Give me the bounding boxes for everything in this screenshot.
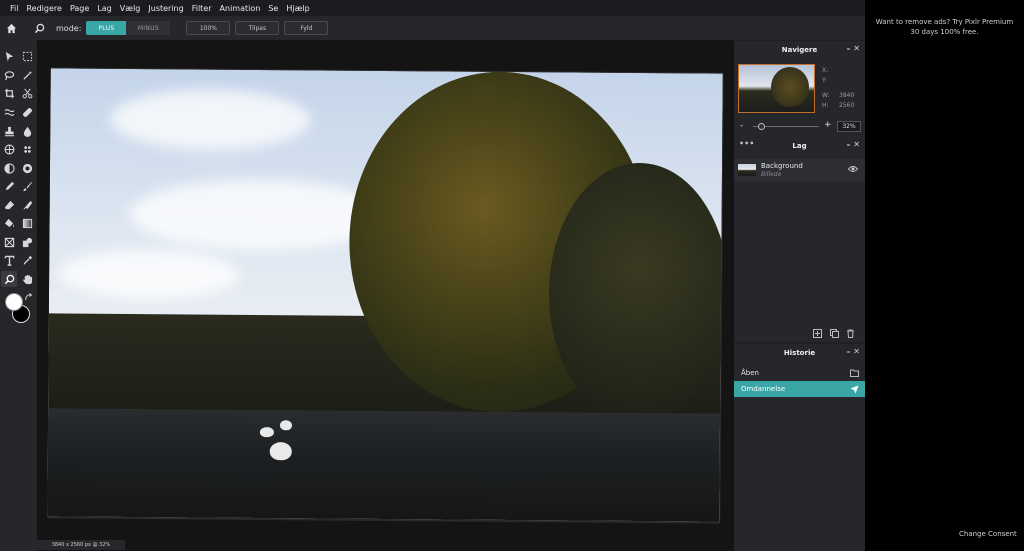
- eraser-tool-icon[interactable]: [1, 197, 17, 213]
- photo-canvas[interactable]: [47, 68, 723, 522]
- pencil-tool-icon[interactable]: [1, 178, 17, 194]
- photo-swan: [279, 420, 293, 431]
- navigator-title: Navigere: [781, 45, 818, 54]
- brush-tool-icon[interactable]: [19, 178, 35, 194]
- dodge-burn-icon[interactable]: [1, 160, 17, 176]
- navigator-w-label: W:: [822, 92, 830, 99]
- options-bar: mode: PLUS MINUS 100% Tilpas Fyld: [0, 16, 865, 40]
- cutout-tool-icon[interactable]: [19, 85, 35, 101]
- toolbar: [0, 40, 37, 551]
- pattern-tool-icon[interactable]: [19, 141, 35, 157]
- navigator-x-label: X:: [822, 67, 829, 74]
- layer-thumbnail: [738, 164, 756, 176]
- thumbnail-tree: [771, 67, 809, 107]
- zoom-in-button[interactable]: +: [824, 120, 832, 130]
- photo-swan: [269, 442, 292, 461]
- mode-toggle: PLUS MINUS: [86, 21, 171, 35]
- eyedropper-icon[interactable]: [19, 252, 35, 268]
- history-header: Historie – ✕: [734, 344, 865, 361]
- menu-help[interactable]: Hjælp: [286, 4, 309, 13]
- heal-tool-icon[interactable]: [19, 104, 35, 120]
- menu-view[interactable]: Se: [268, 4, 278, 13]
- menu-filter[interactable]: Filter: [192, 4, 212, 13]
- photo-swan: [259, 427, 274, 438]
- lasso-tool-icon[interactable]: [1, 67, 17, 83]
- ad-text[interactable]: Want to remove ads? Try Pixlr Premium 30…: [873, 17, 1016, 37]
- layers-header: ••• Lag – ✕: [734, 137, 865, 154]
- blur-tool-icon[interactable]: [19, 123, 35, 139]
- zoom-input[interactable]: 32%: [837, 121, 861, 132]
- zoom-tool-button-icon[interactable]: [1, 271, 17, 287]
- menu-adjust[interactable]: Justering: [148, 4, 183, 13]
- sponge-tool-icon[interactable]: [1, 141, 17, 157]
- menu-bar: Fil Redigere Page Lag Vælg Justering Fil…: [0, 0, 865, 16]
- zoom-slider-handle[interactable]: [758, 123, 765, 130]
- menu-page[interactable]: Page: [70, 4, 89, 13]
- photo-right-trees: [548, 162, 723, 424]
- menu-file[interactable]: Fil: [10, 4, 18, 13]
- mode-label: mode:: [56, 23, 82, 33]
- gradient-tool-icon[interactable]: [19, 215, 35, 231]
- layer-row[interactable]: Background Billede: [734, 159, 865, 181]
- history-title: Historie: [783, 348, 816, 357]
- home-icon[interactable]: [2, 19, 20, 37]
- history-item-label: Åben: [741, 369, 759, 377]
- smudge-tool-icon[interactable]: [19, 197, 35, 213]
- status-bar: 3840 x 2560 px @ 32%: [37, 540, 125, 550]
- zoom-tool-icon: [30, 19, 48, 37]
- menu-layer[interactable]: Lag: [97, 4, 111, 13]
- liquify-tool-icon[interactable]: [1, 104, 17, 120]
- primary-color-swatch[interactable]: [5, 293, 23, 311]
- layers-panel: [734, 154, 865, 342]
- history-item[interactable]: Åben: [734, 365, 865, 381]
- swap-colors-icon[interactable]: [24, 293, 34, 303]
- clone-stamp-icon[interactable]: [1, 123, 17, 139]
- photo-water: [47, 408, 721, 522]
- menu-edit[interactable]: Redigere: [26, 4, 61, 13]
- layer-name: Background: [761, 162, 803, 170]
- move-arrow-icon: [850, 385, 859, 396]
- text-tool-icon[interactable]: [1, 252, 17, 268]
- menu-animation[interactable]: Animation: [220, 4, 261, 13]
- marquee-tool-icon[interactable]: [19, 48, 35, 64]
- navigator-thumbnail[interactable]: [738, 64, 815, 113]
- eye-icon[interactable]: [847, 165, 859, 175]
- history-item-label: Omdannelse: [741, 385, 786, 393]
- duplicate-layer-icon[interactable]: [830, 329, 839, 340]
- history-close-icon[interactable]: – ✕: [847, 347, 861, 356]
- magic-wand-icon[interactable]: [19, 67, 35, 83]
- add-layer-icon[interactable]: [813, 329, 822, 340]
- mode-plus-button[interactable]: PLUS: [86, 21, 127, 35]
- menu-select[interactable]: Vælg: [120, 4, 141, 13]
- navigator-y-label: Y:: [822, 77, 827, 84]
- zoom-100-button[interactable]: 100%: [186, 21, 231, 35]
- delete-layer-icon[interactable]: [846, 329, 855, 340]
- shape-tool-icon[interactable]: [1, 234, 17, 250]
- navigator-header: Navigere – ✕: [734, 41, 865, 58]
- layers-close-icon[interactable]: – ✕: [847, 140, 861, 149]
- layer-type: Billede: [761, 171, 782, 178]
- zoom-out-button[interactable]: -: [740, 121, 743, 131]
- crop-tool-icon[interactable]: [1, 85, 17, 101]
- change-consent-link[interactable]: Change Consent: [959, 530, 1017, 538]
- color-replace-icon[interactable]: [19, 160, 35, 176]
- history-item-active[interactable]: Omdannelse: [734, 381, 865, 397]
- fit-button[interactable]: Tilpas: [235, 21, 280, 35]
- layers-menu-icon[interactable]: •••: [739, 139, 754, 148]
- folder-icon: [850, 369, 859, 379]
- navigator-h-value: 2560: [839, 102, 855, 109]
- fill-tool-icon[interactable]: [1, 215, 17, 231]
- arrange-tool-icon[interactable]: [1, 48, 17, 64]
- navigator-close-icon[interactable]: – ✕: [847, 44, 861, 53]
- hand-tool-icon[interactable]: [19, 271, 35, 287]
- fill-button[interactable]: Fyld: [284, 21, 329, 35]
- shapes-icon[interactable]: [19, 234, 35, 250]
- navigator-w-value: 3840: [839, 92, 855, 99]
- ad-panel: Want to remove ads? Try Pixlr Premium 30…: [865, 0, 1024, 551]
- mode-minus-button[interactable]: MINUS: [126, 21, 171, 35]
- layers-title: Lag: [792, 141, 807, 150]
- navigator-h-label: H:: [822, 102, 829, 109]
